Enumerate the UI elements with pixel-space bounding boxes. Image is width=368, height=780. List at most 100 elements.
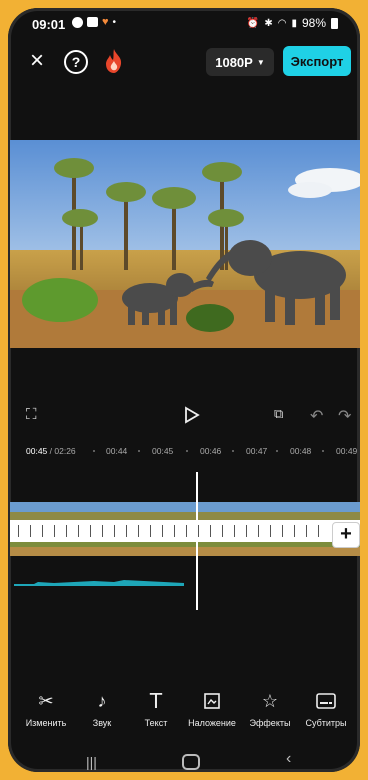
ruler-mark: 00:49 [336,446,358,456]
app-notification-icon [72,16,83,28]
clip-frame-tick [294,525,295,537]
signal-icon: ▮ [291,17,297,29]
clip-frame-tick [126,525,127,537]
image-notification-icon [87,17,98,27]
alarm-icon: ⏰ [246,17,260,29]
caret-down-icon: ▼ [256,57,265,67]
battery-percent: 98% [301,16,326,30]
subtitles-icon [296,690,356,712]
clip-frame-tick [42,525,43,537]
ruler-dot [138,450,140,452]
ruler-mark: 00:48 [290,446,312,456]
clip-frame-tick [66,525,67,537]
clip-frame-tick [114,525,115,537]
resolution-label: 1080P [215,54,253,70]
ruler-dot [186,450,188,452]
notification-icons: ♥ • [72,16,116,28]
clip-frame-tick [198,525,199,537]
clip-frame-tick [246,525,247,537]
video-track[interactable] [8,502,360,560]
tool-audio[interactable]: ♪ Звук [72,690,132,729]
clip-frame-tick [270,525,271,537]
ruler-mark: 00:44 [106,446,128,456]
clip-thumbnails-bottom [10,542,360,556]
clip-frame-tick [222,525,223,537]
ruler-mark: 00:47 [246,446,268,456]
ruler-dot [93,450,95,452]
scissors-icon: ✂ [38,690,54,711]
clip-frame-tick [90,525,91,537]
clip-frame-tick [234,525,235,537]
tool-label: Изменить [25,718,67,728]
tool-label: Наложение [188,718,236,728]
tool-subtitles[interactable]: Субтитры [296,690,356,728]
total-time: / 02:26 [49,446,76,456]
play-icon[interactable] [184,406,200,424]
audio-waveform[interactable] [14,576,184,586]
fullscreen-icon[interactable]: ⛶ [26,406,37,423]
text-icon: T [149,689,163,713]
tool-label: Звук [92,718,112,728]
ruler-dot [232,450,234,452]
add-clip-button[interactable]: + [332,522,360,548]
tool-text[interactable]: T Текст [126,689,186,728]
close-icon[interactable]: × [26,49,48,73]
video-preview[interactable] [10,140,360,348]
clip-frame-tick [138,525,139,537]
clip-frame-tick [150,525,151,537]
heart-notification-icon: ♥ [102,16,109,28]
clip-frame-tick [102,525,103,537]
system-navigation-bar: ||| ‹ [8,750,360,772]
recent-apps-icon[interactable]: ||| [86,754,97,770]
wifi-icon: ◠ [277,17,287,29]
clip-bar[interactable] [10,520,360,542]
clip-thumbnails-top [10,502,360,520]
clip-frame-tick [186,525,187,537]
tool-label: Субтитры [305,718,347,728]
clip-frame-tick [210,525,211,537]
clip-frame-tick [54,525,55,537]
editor-top-bar: × ? 1080P ▼ Экспорт [8,42,360,82]
home-icon[interactable] [182,754,200,770]
clip-frame-tick [30,525,31,537]
battery-icon [331,17,338,29]
tool-overlay[interactable]: Наложение [182,690,242,728]
undo-icon[interactable]: ↶ [310,406,323,426]
status-time: 09:01 [32,17,66,32]
export-button[interactable]: Экспорт [283,46,351,76]
tool-label: Эффекты [249,718,291,728]
clip-frame-tick [18,525,19,537]
clip-frame-tick [174,525,175,537]
ruler-dot [276,450,278,452]
tool-label: Текст [144,718,168,728]
keyframe-on-icon[interactable]: ⧉ [274,406,283,422]
clip-frame-tick [258,525,259,537]
help-icon[interactable]: ? [64,50,88,74]
clip-frame-tick [282,525,283,537]
phone-screen: 09:01 ♥ • ⏰ ✱ ◠ ▮ 98% × ? 1080P ▼ Экспор… [8,8,360,772]
tool-edit[interactable]: ✂ Изменить [16,690,76,729]
ruler-mark: 00:45 [152,446,174,456]
redo-icon[interactable]: ↷ [338,406,351,426]
timeline-ruler: 00:45 / 02:26 00:44 00:45 00:46 00:47 00… [8,446,360,462]
clip-frame-tick [306,525,307,537]
overlay-icon [182,690,242,712]
current-time: 00:45 [26,446,48,456]
playback-controls: ⛶ ⧉ ↶ ↷ [8,402,360,432]
effects-star-icon: ☆ [261,690,279,711]
tool-effects[interactable]: ☆ Эффекты [240,690,300,729]
time-display: 00:45 / 02:26 [26,446,76,456]
clip-frame-tick [318,525,319,537]
bluetooth-icon: ✱ [264,17,273,29]
playhead[interactable] [196,472,198,610]
status-bar: 09:01 ♥ • ⏰ ✱ ◠ ▮ 98% [8,8,360,36]
ruler-dot [322,450,324,452]
system-icons: ⏰ ✱ ◠ ▮ 98% [247,16,338,30]
dot-icon: • [112,16,117,28]
back-icon[interactable]: ‹ [286,750,291,768]
clip-frame-tick [78,525,79,537]
bottom-toolbar: ✂ Изменить ♪ Звук T Текст Наложение ☆ Эф… [8,689,360,740]
flame-icon[interactable] [102,48,126,74]
resolution-button[interactable]: 1080P ▼ [206,48,274,76]
ruler-mark: 00:46 [200,446,222,456]
